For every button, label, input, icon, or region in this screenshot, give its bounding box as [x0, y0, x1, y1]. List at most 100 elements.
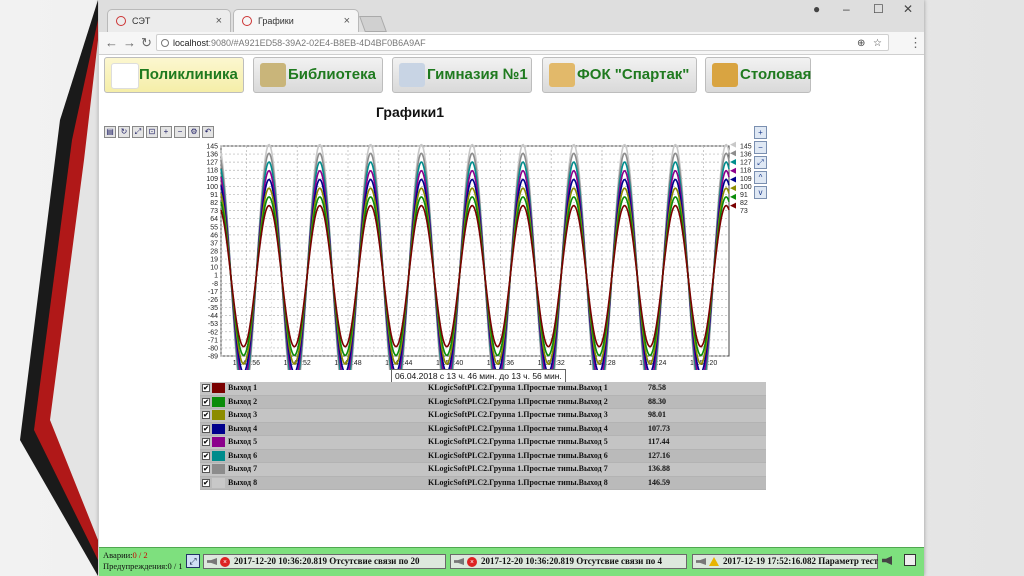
zoom-icon[interactable]: ⊕ — [857, 35, 865, 52]
y-tick-label: -53 — [208, 321, 218, 328]
series-checkbox[interactable]: ✔ — [202, 397, 210, 406]
series-checkbox[interactable]: ✔ — [202, 384, 210, 392]
right-tick-label: 136 — [740, 152, 752, 159]
chart-fit-icon[interactable]: ⤢ — [132, 126, 144, 138]
y-tick-label: -62 — [208, 329, 218, 336]
legend-row[interactable]: ✔ Выход 5 KLogicSoftPLC2.Группа 1.Простые … — [200, 436, 766, 450]
nav-label: ФОК "Спартак" — [577, 66, 690, 83]
profile-icon[interactable]: ● — [813, 2, 820, 16]
error-icon: × — [220, 557, 230, 567]
y-tick-label: 82 — [210, 200, 218, 207]
legend-row[interactable]: ✔ Выход 3 KLogicSoftPLC2.Группа 1.Простые … — [200, 409, 766, 423]
reload-icon[interactable]: ↻ — [141, 35, 152, 51]
nav-library-button[interactable]: Библиотека — [253, 57, 383, 93]
info-icon[interactable] — [161, 39, 169, 47]
warnings-value: 0 / 1 — [167, 561, 183, 571]
legend-row[interactable]: ✔ Выход 2 KLogicSoftPLC2.Группа 1.Простые … — [200, 395, 766, 409]
nav-gymnasium-button[interactable]: Гимназия №1 — [392, 57, 532, 93]
series-source: KLogicSoftPLC2.Группа 1.Простые типы.Вых… — [428, 450, 608, 460]
series-checkbox[interactable]: ✔ — [202, 465, 210, 473]
date-range-label: 06.04.2018 с 13 ч. 46 мин. до 13 ч. 56 м… — [391, 369, 566, 383]
y-down-icon[interactable]: v — [754, 186, 767, 199]
legend-row[interactable]: ✔ Выход 8 KLogicSoftPLC2.Группа 1.Простые … — [200, 476, 766, 490]
series-value: 127.16 — [648, 450, 670, 460]
y-tick-label: 73 — [210, 208, 218, 215]
series-checkbox[interactable]: ✔ — [202, 478, 210, 487]
pin-icon[interactable] — [904, 554, 916, 566]
speaker-icon — [696, 558, 706, 565]
y-tick-label: -80 — [208, 345, 218, 352]
series-marker — [730, 159, 736, 166]
legend-row[interactable]: ✔ Выход 1 KLogicSoftPLC2.Группа 1.Простые … — [200, 382, 766, 396]
warning-message[interactable]: 2017-12-19 17:52:16.082 Параметр тест — [692, 554, 878, 569]
legend-row[interactable]: ✔ Выход 7 KLogicSoftPLC2.Группа 1.Простые … — [200, 463, 766, 477]
y-tick-label: 28 — [210, 249, 218, 256]
expand-alarms-icon[interactable]: ⤢ — [186, 554, 200, 568]
nav-label: Библиотека — [288, 66, 376, 83]
back-icon[interactable]: ← — [105, 35, 118, 50]
tab-favicon-icon — [242, 16, 252, 26]
y-zoom-in-icon[interactable]: + — [754, 126, 767, 139]
series-color-swatch[interactable] — [212, 410, 225, 420]
series-checkbox[interactable]: ✔ — [202, 411, 210, 419]
compass-icon — [399, 63, 425, 87]
warnings-label: Предупреждения: — [103, 561, 168, 571]
series-checkbox[interactable]: ✔ — [202, 424, 210, 433]
y-fit-icon[interactable]: ⤢ — [754, 156, 767, 169]
series-source: KLogicSoftPLC2.Группа 1.Простые типы.Вых… — [428, 423, 608, 433]
right-tick-label: 118 — [740, 168, 751, 175]
series-checkbox[interactable]: ✔ — [202, 438, 210, 446]
y-up-icon[interactable]: ^ — [754, 171, 767, 184]
alarm-message[interactable]: × 2017-12-20 10:36:20.819 Отсутсвие связ… — [450, 554, 687, 569]
right-tick-label: 145 — [740, 144, 752, 151]
menu-icon[interactable]: ⋮ — [909, 35, 922, 51]
series-color-swatch[interactable] — [212, 423, 225, 434]
series-color-swatch[interactable] — [212, 450, 225, 461]
chart-save-icon[interactable]: ▤ — [104, 126, 116, 138]
tab-set[interactable]: СЭТ × — [107, 9, 231, 32]
series-color-swatch[interactable] — [212, 437, 225, 447]
legend-row[interactable]: ✔ Выход 6 KLogicSoftPLC2.Группа 1.Простые … — [200, 449, 766, 463]
tab-close-icon[interactable]: × — [344, 10, 350, 33]
speaker-icon — [454, 558, 464, 565]
chart-settings-icon[interactable]: ⚙ — [188, 126, 200, 138]
new-tab-button[interactable] — [359, 16, 387, 32]
right-tick-label: 100 — [740, 184, 752, 191]
nav-sport-button[interactable]: ФОК "Спартак" — [542, 57, 697, 93]
nav-clinic-button[interactable]: Поликлиника — [104, 57, 244, 93]
chart-refresh-icon[interactable]: ↻ — [118, 126, 130, 138]
nav-canteen-button[interactable]: Столовая — [705, 57, 811, 93]
series-color-swatch[interactable] — [212, 383, 225, 393]
series-marker — [730, 202, 736, 209]
alarm-message[interactable]: × 2017-12-20 10:36:20.819 Отсутсвие связ… — [203, 554, 446, 569]
alarm-text: 2017-12-20 10:36:20.819 Отсутсвие связи … — [234, 556, 420, 566]
series-color-swatch[interactable] — [212, 464, 225, 474]
series-color-swatch[interactable] — [212, 396, 225, 407]
chart-zoom-in-icon[interactable]: + — [160, 126, 172, 138]
y-zoom-out-icon[interactable]: − — [754, 141, 767, 154]
y-tick-label: 109 — [206, 176, 218, 183]
mute-icon[interactable] — [882, 556, 892, 565]
series-color-swatch[interactable] — [212, 477, 225, 488]
alarm-counters: Аварии:0 / 2 Предупреждения:0 / 1 — [103, 550, 183, 572]
chart-undo-icon[interactable]: ↶ — [202, 126, 214, 138]
series-name: Выход 2 — [228, 396, 258, 406]
url-input[interactable]: localhost:9080/#A921ED58-39A2-02E4-B8EB-… — [156, 34, 889, 51]
y-tick-label: 91 — [210, 192, 218, 199]
chart-zoom-area-icon[interactable]: ⊡ — [146, 126, 158, 138]
line-chart[interactable]: 145136127118109100918273645546372819101-… — [197, 140, 752, 370]
burger-icon — [712, 63, 738, 87]
tab-close-icon[interactable]: × — [216, 10, 222, 33]
bookmark-star-icon[interactable]: ☆ — [873, 35, 882, 52]
close-window-icon[interactable]: ✕ — [903, 2, 913, 16]
tab-charts[interactable]: Графики × — [233, 9, 359, 32]
minimize-icon[interactable]: – — [843, 2, 850, 16]
forward-icon[interactable]: → — [123, 35, 136, 50]
maximize-icon[interactable]: ☐ — [873, 2, 884, 16]
legend-row[interactable]: ✔ Выход 4 KLogicSoftPLC2.Группа 1.Простые … — [200, 422, 766, 436]
palette-icon — [549, 63, 575, 87]
chart-zoom-out-icon[interactable]: − — [174, 126, 186, 138]
series-checkbox[interactable]: ✔ — [202, 451, 210, 460]
status-bar: Аварии:0 / 2 Предупреждения:0 / 1 ⤢ × 20… — [99, 547, 924, 576]
y-tick-label: 37 — [210, 240, 218, 247]
